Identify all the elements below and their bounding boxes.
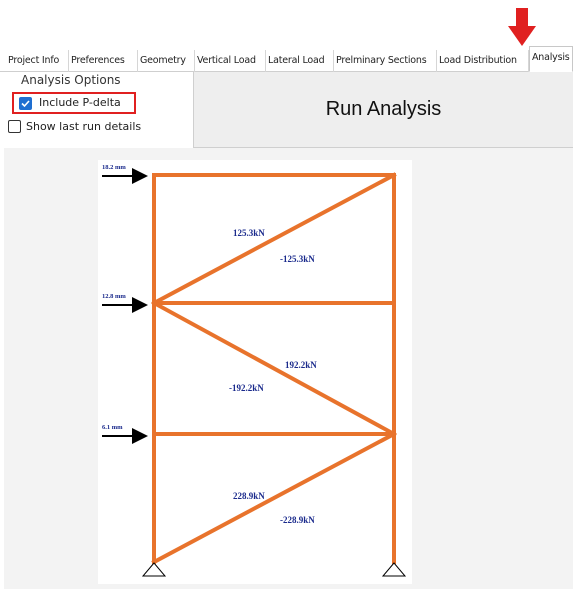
story1-force-negative: -228.9kN [280,515,315,525]
story1-force-positive: 228.9kN [233,491,265,501]
run-analysis-button[interactable]: Run Analysis [193,72,573,148]
check-icon [21,100,30,108]
right-support-icon [381,562,407,577]
tab-project-info[interactable]: Project Info [6,50,69,72]
show-last-run-label: Show last run details [26,120,142,133]
displacement-arrows [102,168,148,444]
include-pdelta-checkbox[interactable] [19,97,32,110]
tab-analysis[interactable]: Analysis [529,46,573,72]
diagram-area: 18.2 mm 12.8 mm 6.1 mm 125.3kN -125.3kN … [4,148,573,589]
red-pointer-arrow-icon [508,8,536,46]
story3-brace [151,172,397,306]
story3-force-positive: 125.3kN [233,228,265,238]
story1-brace [151,431,397,565]
analysis-options-group: Analysis Options Include P-delta Show la… [4,72,190,148]
tab-preferences[interactable]: Preferences [69,50,138,72]
tab-load-distribution[interactable]: Load Distribution [437,50,529,72]
tab-geometry[interactable]: Geometry [138,50,195,72]
tab-preliminary-sections[interactable]: Prelminary Sections [334,50,437,72]
story2-brace [151,300,397,437]
frame-members [151,172,397,565]
story2-force-negative: -192.2kN [229,383,264,393]
story2-force-positive: 192.2kN [285,360,317,370]
bottom-displacement-label: 6.1 mm [102,424,123,431]
top-displacement-label: 18.2 mm [102,164,126,171]
tab-vertical-load[interactable]: Vertical Load [195,50,266,72]
tab-bar: Project Info Preferences Geometry Vertic… [0,44,573,72]
show-last-run-checkbox[interactable] [8,120,21,133]
left-support-icon [141,562,167,577]
run-analysis-label: Run Analysis [325,98,442,120]
analysis-panel: Analysis Options Include P-delta Show la… [0,72,573,589]
include-pdelta-label: Include P-delta [39,96,121,109]
analysis-options-title: Analysis Options [21,73,121,87]
frame-diagram: 18.2 mm 12.8 mm 6.1 mm 125.3kN -125.3kN … [98,160,412,584]
story3-force-negative: -125.3kN [280,254,315,264]
tab-lateral-load[interactable]: Lateral Load [266,50,334,72]
middle-displacement-label: 12.8 mm [102,293,126,300]
